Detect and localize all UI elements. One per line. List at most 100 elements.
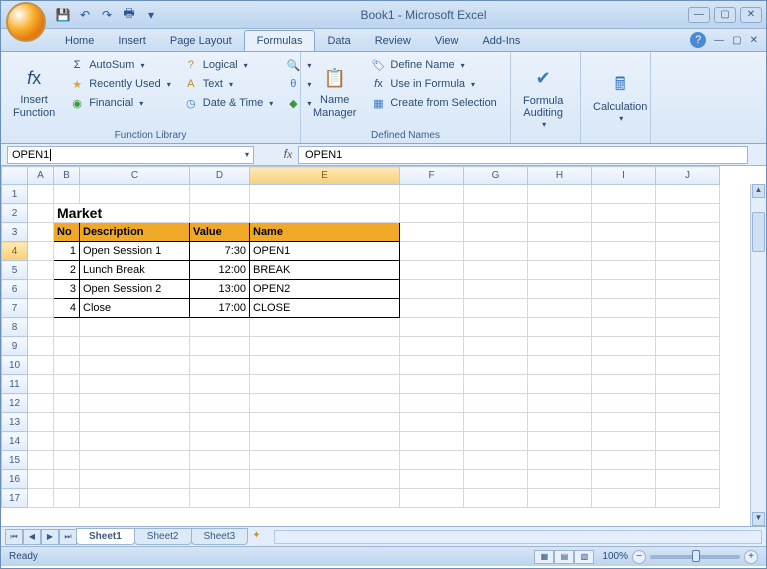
print-icon[interactable]: 🖶 (121, 7, 137, 23)
new-sheet-icon[interactable]: ✦ (252, 530, 270, 544)
row-header[interactable]: 9 (2, 337, 28, 356)
mdi-restore-icon[interactable]: ▢ (732, 35, 741, 46)
row-header[interactable]: 4 (2, 242, 28, 261)
cell[interactable]: Open Session 2 (80, 280, 190, 299)
fx-button[interactable]: fx (278, 147, 298, 162)
row-header[interactable]: 11 (2, 375, 28, 394)
namebox-dropdown-icon[interactable]: ▾ (245, 150, 249, 159)
cell[interactable]: 7:30 (190, 242, 250, 261)
create-from-selection-button[interactable]: ▦Create from Selection (366, 94, 500, 112)
cell[interactable]: CLOSE (250, 299, 400, 318)
mdi-close-icon[interactable]: ✕ (750, 35, 758, 46)
tab-formulas[interactable]: Formulas (244, 30, 316, 51)
row-header[interactable]: 13 (2, 413, 28, 432)
cell[interactable]: 13:00 (190, 280, 250, 299)
insert-function-button[interactable]: fx Insert Function (7, 54, 61, 129)
autosum-button[interactable]: ΣAutoSum▾ (65, 56, 175, 74)
sheet-tab-2[interactable]: Sheet2 (134, 528, 192, 545)
name-box[interactable]: OPEN1▾ (7, 146, 254, 164)
cell-header-value[interactable]: Value (190, 223, 250, 242)
zoom-knob[interactable] (692, 550, 700, 562)
formula-auditing-button[interactable]: ✔︎ Formula Auditing▾ (517, 54, 569, 140)
cell[interactable]: Lunch Break (80, 261, 190, 280)
col-header[interactable]: I (592, 167, 656, 185)
worksheet-area[interactable]: A B C D E F G H I J 1 2 Market 3 No Descr… (1, 166, 766, 526)
vertical-scrollbar[interactable]: ▲ ▼ (750, 184, 766, 526)
scroll-down-icon[interactable]: ▼ (752, 512, 765, 526)
zoom-slider[interactable] (650, 555, 740, 559)
col-header[interactable]: D (190, 167, 250, 185)
row-header[interactable]: 3 (2, 223, 28, 242)
logical-button[interactable]: ?Logical▾ (179, 56, 278, 74)
active-cell[interactable]: OPEN1 (250, 242, 400, 261)
cell[interactable]: Open Session 1 (80, 242, 190, 261)
cell[interactable]: 4 (54, 299, 80, 318)
row-header[interactable]: 8 (2, 318, 28, 337)
formula-bar[interactable]: OPEN1 (298, 146, 748, 164)
row-header[interactable]: 5 (2, 261, 28, 280)
help-icon[interactable]: ? (690, 32, 706, 48)
last-sheet-button[interactable]: ⏭ (59, 529, 77, 545)
mdi-minimize-icon[interactable]: — (714, 35, 724, 46)
col-header[interactable]: H (528, 167, 592, 185)
col-header[interactable]: J (656, 167, 720, 185)
scroll-up-icon[interactable]: ▲ (752, 184, 765, 198)
tab-data[interactable]: Data (315, 31, 362, 51)
page-layout-view-button[interactable]: ▤ (554, 550, 574, 564)
spreadsheet-grid[interactable]: A B C D E F G H I J 1 2 Market 3 No Descr… (1, 166, 720, 508)
row-header[interactable]: 2 (2, 204, 28, 223)
cell[interactable]: Close (80, 299, 190, 318)
row-header[interactable]: 6 (2, 280, 28, 299)
col-header[interactable]: A (28, 167, 54, 185)
use-in-formula-button[interactable]: fxUse in Formula▾ (366, 75, 500, 93)
page-break-view-button[interactable]: ▧ (574, 550, 594, 564)
row-header[interactable]: 16 (2, 470, 28, 489)
maximize-button[interactable]: ▢ (714, 7, 736, 23)
redo-icon[interactable]: ↷ (99, 7, 115, 23)
tab-home[interactable]: Home (53, 31, 106, 51)
cell-header-desc[interactable]: Description (80, 223, 190, 242)
row-header[interactable]: 7 (2, 299, 28, 318)
name-manager-button[interactable]: 📋 Name Manager (307, 54, 362, 129)
zoom-level[interactable]: 100% (602, 551, 628, 562)
normal-view-button[interactable]: ▦ (534, 550, 554, 564)
tab-review[interactable]: Review (363, 31, 423, 51)
row-header[interactable]: 15 (2, 451, 28, 470)
define-name-button[interactable]: 🏷Define Name▾ (366, 56, 500, 74)
cell[interactable]: 1 (54, 242, 80, 261)
tab-insert[interactable]: Insert (106, 31, 158, 51)
horizontal-scrollbar[interactable] (274, 530, 762, 544)
first-sheet-button[interactable]: ⏮ (5, 529, 23, 545)
qat-dropdown-icon[interactable]: ▾ (143, 7, 159, 23)
calculation-button[interactable]: 🖩 Calculation▾ (587, 54, 653, 140)
row-header[interactable]: 17 (2, 489, 28, 508)
undo-icon[interactable]: ↶ (77, 7, 93, 23)
row-header[interactable]: 10 (2, 356, 28, 375)
text-button[interactable]: AText▾ (179, 75, 278, 93)
tab-view[interactable]: View (423, 31, 471, 51)
sheet-tab-3[interactable]: Sheet3 (191, 528, 249, 545)
minimize-button[interactable]: — (688, 7, 710, 23)
cell[interactable]: OPEN2 (250, 280, 400, 299)
office-button[interactable] (6, 2, 46, 42)
datetime-button[interactable]: ◷Date & Time▾ (179, 94, 278, 112)
col-header[interactable]: G (464, 167, 528, 185)
scroll-thumb[interactable] (752, 212, 765, 252)
col-header[interactable]: E (250, 167, 400, 185)
col-header[interactable]: C (80, 167, 190, 185)
cell[interactable]: 17:00 (190, 299, 250, 318)
recently-used-button[interactable]: ★Recently Used▾ (65, 75, 175, 93)
col-header[interactable]: F (400, 167, 464, 185)
zoom-out-button[interactable]: − (632, 550, 646, 564)
cell-header-no[interactable]: No (54, 223, 80, 242)
cell-title[interactable]: Market (54, 204, 190, 223)
row-header[interactable]: 12 (2, 394, 28, 413)
financial-button[interactable]: ◉Financial▾ (65, 94, 175, 112)
cell[interactable]: 2 (54, 261, 80, 280)
tab-pagelayout[interactable]: Page Layout (158, 31, 244, 51)
cell[interactable]: BREAK (250, 261, 400, 280)
col-header[interactable]: B (54, 167, 80, 185)
close-button[interactable]: ✕ (740, 7, 762, 23)
zoom-in-button[interactable]: + (744, 550, 758, 564)
row-header[interactable]: 1 (2, 185, 28, 204)
